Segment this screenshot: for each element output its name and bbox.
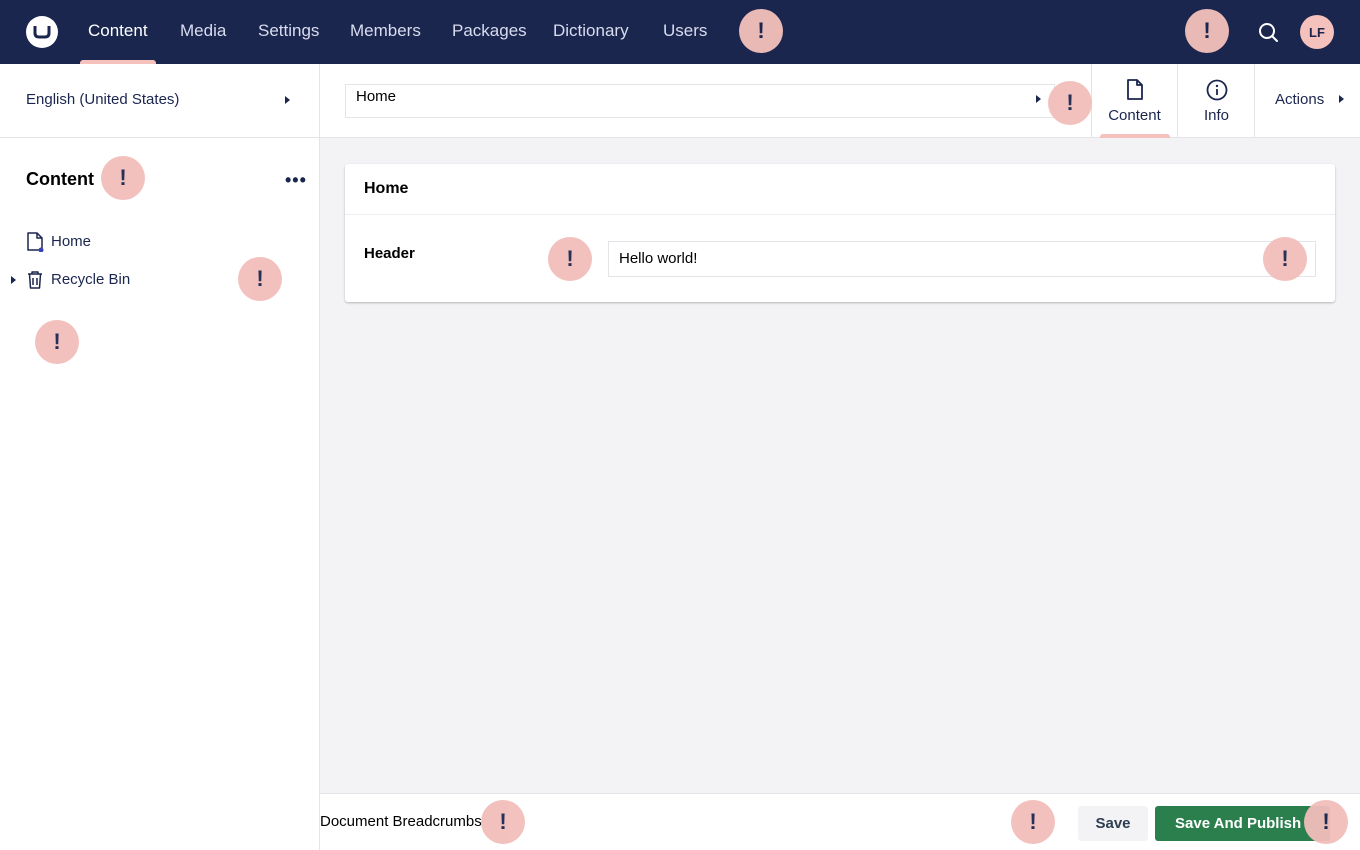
expand-caret-icon[interactable] bbox=[11, 276, 16, 284]
umbraco-logo[interactable] bbox=[26, 16, 58, 48]
warning-marker: ! bbox=[1011, 800, 1055, 844]
nav-members[interactable]: Members bbox=[350, 0, 421, 64]
warning-marker: ! bbox=[548, 237, 592, 281]
warning-marker: ! bbox=[101, 156, 145, 200]
warning-marker: ! bbox=[1048, 81, 1092, 125]
tab-content[interactable]: Content bbox=[1091, 64, 1177, 138]
warning-marker: ! bbox=[238, 257, 282, 301]
tree-item-label: Recycle Bin bbox=[51, 271, 131, 288]
document-icon bbox=[27, 232, 44, 252]
document-name-input[interactable]: Home bbox=[345, 84, 1055, 118]
document-breadcrumbs: Document Breadcrumbs bbox=[320, 813, 482, 830]
nav-dictionary[interactable]: Dictionary bbox=[553, 0, 629, 64]
tab-label: Info bbox=[1203, 107, 1230, 124]
editor-header: Home Content Info Actions bbox=[320, 64, 1360, 138]
more-options-icon[interactable]: ••• bbox=[285, 171, 307, 189]
warning-marker: ! bbox=[35, 320, 79, 364]
nav-content[interactable]: Content bbox=[88, 0, 148, 64]
editor-footer: Document Breadcrumbs Save Save And Publi… bbox=[320, 793, 1360, 850]
caret-right-icon bbox=[1339, 95, 1344, 103]
warning-marker: ! bbox=[1304, 800, 1348, 844]
top-navigation-bar: Content Media Settings Members Packages … bbox=[0, 0, 1360, 64]
trash-icon bbox=[28, 271, 42, 289]
tab-active-indicator bbox=[1100, 134, 1170, 138]
logo-icon bbox=[33, 26, 51, 39]
actions-button[interactable]: Actions bbox=[1254, 64, 1360, 138]
search-button[interactable] bbox=[1256, 20, 1280, 44]
sidebar: English (United States) Content ••• Home… bbox=[0, 64, 320, 850]
user-avatar[interactable]: LF bbox=[1300, 15, 1334, 49]
tree-item-label: Home bbox=[51, 233, 92, 250]
property-group: Home Header Hello world! bbox=[345, 164, 1335, 302]
header-text-input[interactable]: Hello world! bbox=[608, 241, 1316, 277]
language-label: English (United States) bbox=[26, 91, 180, 108]
save-button[interactable]: Save bbox=[1078, 806, 1148, 841]
document-icon bbox=[1126, 79, 1143, 100]
tree-item-home[interactable]: Home bbox=[0, 224, 318, 260]
warning-marker: ! bbox=[1263, 237, 1307, 281]
info-icon bbox=[1206, 79, 1227, 101]
nav-packages[interactable]: Packages bbox=[452, 0, 527, 64]
tab-info[interactable]: Info bbox=[1177, 64, 1255, 138]
nav-settings[interactable]: Settings bbox=[258, 0, 319, 64]
tab-label: Content bbox=[1108, 107, 1161, 124]
actions-label: Actions bbox=[1275, 91, 1325, 108]
warning-marker: ! bbox=[739, 9, 783, 53]
language-selector[interactable]: English (United States) bbox=[0, 64, 319, 138]
sidebar-title: Content bbox=[26, 169, 94, 189]
property-label-header: Header bbox=[364, 245, 415, 262]
warning-marker: ! bbox=[1185, 9, 1229, 53]
nav-users[interactable]: Users bbox=[663, 0, 707, 64]
property-group-header: Home bbox=[345, 164, 1335, 215]
search-icon bbox=[1259, 23, 1278, 42]
warning-marker: ! bbox=[481, 800, 525, 844]
caret-right-icon bbox=[285, 96, 290, 104]
nav-media[interactable]: Media bbox=[180, 0, 226, 64]
caret-right-icon[interactable] bbox=[1036, 95, 1041, 103]
property-group-title: Home bbox=[364, 180, 409, 197]
